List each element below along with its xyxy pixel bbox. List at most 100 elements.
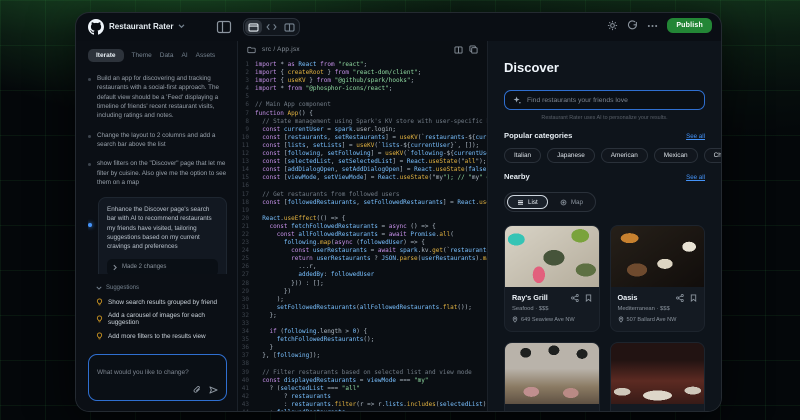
- restaurant-photo: [611, 226, 705, 287]
- toggle-list-label: List: [528, 199, 538, 206]
- suggestion-item[interactable]: Add more filters to the results view: [96, 332, 227, 340]
- restaurant-photo: [505, 226, 599, 287]
- message-text: show filters on the "Discover" page that…: [97, 159, 227, 187]
- chip-japanese[interactable]: Japanese: [547, 148, 595, 163]
- tab-data[interactable]: Data: [160, 52, 174, 59]
- share-icon[interactable]: [676, 294, 684, 302]
- code-line: 30 );: [238, 296, 487, 304]
- search-input[interactable]: Find restaurants your friends love: [504, 90, 705, 110]
- code-line: 9 const currentUser = spark.user.login;: [238, 126, 487, 134]
- refresh-icon[interactable]: [627, 20, 638, 31]
- timeline-dot: [88, 163, 91, 166]
- restaurant-address: 507 Ballard Ave NW: [627, 317, 677, 323]
- restaurant-card[interactable]: Oasis Mediterranean · $$$ 507 Ballard Av…: [610, 225, 706, 332]
- paperclip-icon[interactable]: [193, 386, 201, 394]
- ai-sparkle-icon: [513, 96, 521, 104]
- suggestion-item[interactable]: Add a carousel of images for each sugges…: [96, 312, 227, 326]
- share-icon[interactable]: [571, 294, 579, 302]
- code-line: 31 setFollowedRestaurants(allFollowedRes…: [238, 304, 487, 312]
- suggestion-item[interactable]: Show search results grouped by friend: [96, 298, 227, 306]
- title-bar: Restaurant Rater: [76, 13, 721, 41]
- code-line: 25 return userRestaurants ? JSON.parse(u…: [238, 255, 487, 263]
- search-placeholder: Find restaurants your friends love: [527, 97, 628, 104]
- see-all-link[interactable]: See all: [686, 174, 705, 181]
- app-window: Restaurant Rater: [75, 12, 722, 412]
- kebab-menu-icon[interactable]: [647, 24, 658, 28]
- toggle-map[interactable]: Map: [550, 195, 593, 209]
- code-line: 41 ? (selectedList === "all": [238, 385, 487, 393]
- send-icon[interactable]: [209, 386, 218, 394]
- code-line: 8 // State management using Spark's KV s…: [238, 118, 487, 126]
- open-split-icon[interactable]: [454, 46, 463, 54]
- code-line: 37 }, [following]);: [238, 352, 487, 360]
- settings-gear-icon[interactable]: [607, 20, 618, 31]
- iteration-panel: Iterate Theme Data AI Assets Build an ap…: [76, 41, 238, 411]
- folder-icon: [247, 46, 256, 54]
- restaurant-name: Oasis: [618, 293, 677, 302]
- lightbulb-icon: [96, 298, 103, 306]
- code-line: 29 }): [238, 288, 487, 296]
- suggestions-header[interactable]: Suggestions: [96, 285, 227, 291]
- bookmark-icon[interactable]: [690, 294, 697, 302]
- sidebar-toggle-icon[interactable]: [216, 20, 232, 34]
- code-view-button[interactable]: [263, 20, 280, 34]
- file-breadcrumb[interactable]: src / App.jsx: [262, 46, 300, 53]
- tab-ai[interactable]: AI: [181, 52, 187, 59]
- bookmark-icon[interactable]: [585, 411, 592, 412]
- share-icon[interactable]: [571, 411, 579, 412]
- code-editor[interactable]: 1import * as React from "react";2import …: [238, 58, 487, 411]
- code-line: 17 // Get restaurants from followed user…: [238, 191, 487, 199]
- chip-chinese[interactable]: Chinese: [704, 148, 721, 163]
- code-line: 26 ...r,: [238, 263, 487, 271]
- code-line: 33: [238, 320, 487, 328]
- share-icon[interactable]: [676, 411, 684, 412]
- preview-view-button[interactable]: [245, 20, 262, 34]
- tab-assets[interactable]: Assets: [196, 52, 216, 59]
- code-line: 23 following.map(async (followedUser) =>…: [238, 239, 487, 247]
- active-timeline-dot: [88, 223, 92, 227]
- code-line: 13 const [selectedList, setSelectedList]…: [238, 158, 487, 166]
- app-title[interactable]: Restaurant Rater: [109, 22, 185, 31]
- page-title: Discover: [504, 60, 705, 75]
- chip-mexican[interactable]: Mexican: [654, 148, 698, 163]
- copy-icon[interactable]: [469, 45, 478, 54]
- code-line: 44 : followedRestaurants;: [238, 409, 487, 411]
- chevron-down-icon: [178, 24, 185, 29]
- tab-theme[interactable]: Theme: [132, 52, 152, 59]
- restaurant-card[interactable]: Asadero: [504, 342, 600, 411]
- tab-iterate[interactable]: Iterate: [88, 49, 124, 62]
- bookmark-icon[interactable]: [585, 294, 592, 302]
- bookmark-icon[interactable]: [690, 411, 697, 412]
- restaurant-name: Ray's Grill: [512, 293, 571, 302]
- code-line: 19: [238, 207, 487, 215]
- see-all-link[interactable]: See all: [686, 133, 705, 140]
- timeline-dot: [88, 135, 91, 138]
- restaurant-card[interactable]: Ocho: [610, 342, 706, 411]
- suggestion-label: Add more filters to the results view: [108, 333, 206, 340]
- code-line: 7function App() {: [238, 110, 487, 118]
- chip-italian[interactable]: Italian: [504, 148, 541, 163]
- restaurant-address: 649 Seaview Ave NW: [521, 317, 575, 323]
- code-line: 18 const [followedRestaurants, setFollow…: [238, 199, 487, 207]
- chip-american[interactable]: American: [601, 148, 648, 163]
- code-line: 15 const [viewMode, setViewMode] = React…: [238, 174, 487, 182]
- app-preview-panel: Discover Find restaurants your friends l…: [488, 41, 721, 411]
- restaurant-cuisine: Seafood · $$$: [512, 306, 592, 312]
- panel-tabs: Iterate Theme Data AI Assets: [88, 49, 227, 62]
- chevron-down-icon: [96, 286, 102, 290]
- chat-input[interactable]: What would you like to change?: [88, 354, 227, 401]
- section-label: Nearby: [504, 172, 530, 181]
- popular-categories-header: Popular categories See all: [504, 131, 705, 140]
- code-line: 5: [238, 93, 487, 101]
- code-line: 20 React.useEffect(() => {: [238, 215, 487, 223]
- toggle-list[interactable]: List: [507, 195, 548, 209]
- editor-header: src / App.jsx: [238, 41, 487, 58]
- code-line: 27 addedBy: followedUser: [238, 271, 487, 279]
- split-view-button[interactable]: [281, 20, 298, 34]
- publish-button[interactable]: Publish: [667, 18, 712, 33]
- code-line: 36 }: [238, 344, 487, 352]
- restaurant-card[interactable]: Ray's Grill Seafood · $$$ 649 Seaview Av…: [504, 225, 600, 332]
- message-text: Change the layout to 2 columns and add a…: [97, 131, 227, 150]
- changes-expander[interactable]: Made 2 changes: [107, 259, 218, 274]
- code-line: 14 const [addDialogOpen, setAddDialogOpe…: [238, 166, 487, 174]
